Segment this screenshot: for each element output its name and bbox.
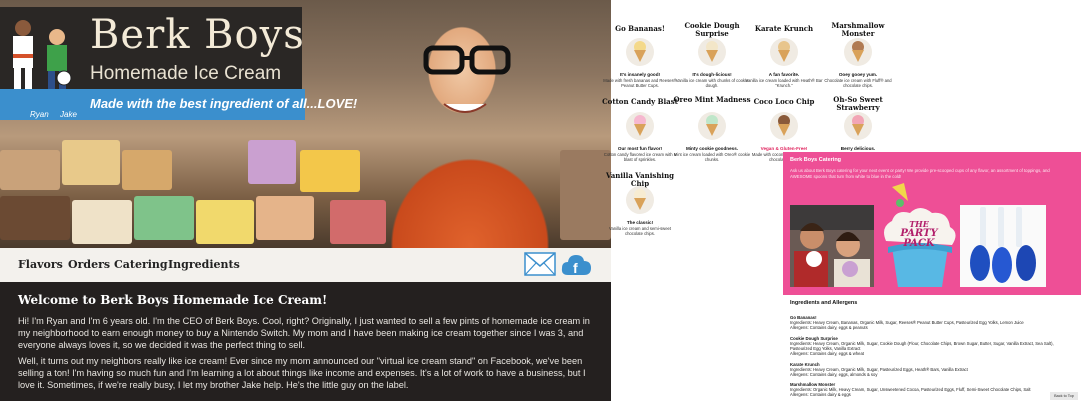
flavor-name[interactable]: Oh-So Sweet Strawberry (818, 96, 898, 112)
flavor-name[interactable]: Cookie Dough Surprise (672, 22, 752, 38)
catering-text: Ask us about Berk Boys catering for your… (790, 168, 1050, 179)
flavor-cone-icon (770, 112, 798, 140)
svg-text:f: f (573, 260, 578, 276)
nav-flavors[interactable]: Flavors (18, 258, 63, 271)
jake-signature: Jake (60, 110, 77, 119)
nav-ingredients[interactable]: Ingredients (168, 258, 240, 271)
flavor-description: Vanilla ice cream loaded with Heath® Bar… (745, 78, 823, 88)
flavor-cone-icon (626, 112, 654, 140)
flavor-name[interactable]: Go Bananas! (600, 25, 680, 33)
flavor-cone-icon (844, 38, 872, 66)
intro-paragraph-1: Hi! I'm Ryan and I'm 6 years old. I'm th… (18, 316, 590, 350)
flavor-description: Mint ice cream loaded with Oreo® cookie … (673, 152, 751, 162)
catering-title: Berk Boys Catering (790, 157, 842, 163)
flavor-name[interactable]: Cotton Candy Blast (600, 98, 680, 106)
party-pack-line-3: PACK (902, 238, 936, 249)
ingredients-title: Ingredients and Allergens (790, 300, 858, 306)
flavor-tagline: Ooey gooey yum. (838, 72, 878, 77)
flavor-description: Vanilla ice cream with chunks of cookie … (675, 78, 749, 88)
spoons-photo (960, 205, 1046, 287)
catering-photo (790, 205, 874, 287)
flavor-name[interactable]: Oreo Mint Madness (672, 96, 752, 104)
flavor-cone-icon (626, 38, 654, 66)
flavor-tagline: Berry delicious. (840, 146, 876, 151)
flavor-description: Chocolate ice cream with Fluff® and choc… (824, 78, 892, 88)
intro-heading: Welcome to Berk Boys Homemade Ice Cream! (18, 293, 328, 307)
flavor-cone-icon (698, 38, 726, 66)
nav-catering[interactable]: Catering (114, 258, 168, 271)
flavor-cone-icon (770, 38, 798, 66)
party-pack-graphic: THE PARTY PACK (884, 183, 956, 287)
brand-tagline: Made with the best ingredient of all...L… (90, 96, 358, 111)
nav-orders[interactable]: Orders (68, 258, 110, 271)
brand-title: Berk Boys (90, 12, 305, 58)
boy-smile (443, 103, 487, 113)
intro-paragraph-2: Well, it turns out my neighbors really l… (18, 356, 586, 390)
flavor-cone-icon (844, 112, 872, 140)
flavor-name[interactable]: Karate Krunch (744, 25, 824, 33)
flavor-cone-icon (626, 186, 654, 214)
facebook-icon[interactable]: f (560, 251, 592, 279)
back-to-top-button[interactable]: Back to Top (1050, 392, 1078, 400)
flavor-name[interactable]: Marshmallow Monster (818, 22, 898, 38)
flavor-description: Cotton candy flavored ice cream with a b… (603, 152, 677, 162)
allergen-list: Allergens: Contains dairy & eggs (790, 392, 851, 397)
homepage-panel: Berk Boys Homemade Ice Cream Made with t… (0, 0, 611, 401)
flavor-description: Made with fresh bananas and Reeses® Pean… (603, 78, 677, 88)
flavor-name[interactable]: Coco Loco Chip (744, 98, 824, 106)
flavor-tagline: It's dough-licious! (692, 72, 732, 77)
flavor-tagline: A fan favorite. (768, 72, 800, 77)
ingredient-list: Ingredients: Heavy Cream, Organic Milk, … (790, 341, 1054, 351)
allergen-list: Allergens: Contains dairy, eggs & peanut… (790, 325, 868, 330)
mail-icon[interactable] (524, 252, 556, 276)
flavor-tagline: It's insanely good! (619, 72, 661, 77)
flavor-description: Vanilla ice cream and semi-sweet chocola… (608, 226, 672, 236)
flavor-tagline: Our most fun flavor! (617, 146, 663, 151)
flavor-tagline: The classic! (626, 220, 654, 225)
allergen-list: Allergens: Contains dairy, eggs, almonds… (790, 372, 878, 377)
brand-subtitle: Homemade Ice Cream (90, 63, 282, 84)
allergen-list: Allergens: Contains dairy, eggs & wheat (790, 351, 864, 356)
flavor-cone-icon (698, 112, 726, 140)
flavor-tagline: Minty cookie goodness. (685, 146, 739, 151)
flavor-tagline: Vegan & Gluten-Free! (760, 146, 808, 151)
ryan-signature: Ryan (30, 110, 49, 119)
boy-glasses (423, 45, 511, 75)
